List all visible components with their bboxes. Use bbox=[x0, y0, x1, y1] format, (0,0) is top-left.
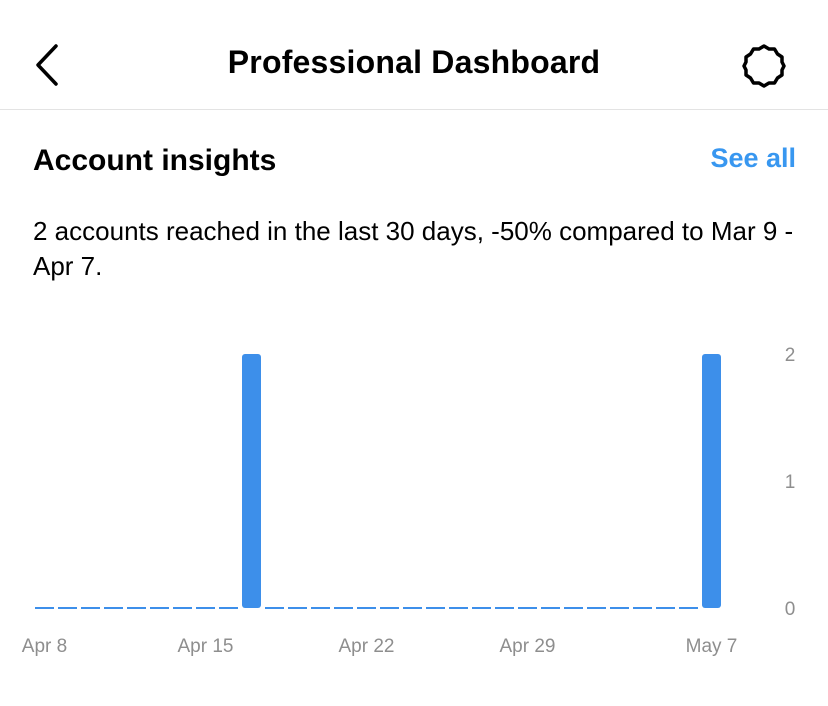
reach-summary-text: 2 accounts reached in the last 30 days, … bbox=[33, 216, 794, 281]
section-title: Account insights bbox=[33, 144, 277, 177]
y-tick-label: 2 bbox=[785, 345, 796, 366]
x-tick-label: Apr 22 bbox=[339, 636, 395, 657]
top-navigation-bar: Professional Dashboard bbox=[0, 0, 828, 110]
chart-bar bbox=[242, 354, 261, 608]
gear-icon bbox=[742, 44, 786, 88]
y-tick-label: 0 bbox=[785, 599, 796, 620]
page-title: Professional Dashboard bbox=[227, 44, 601, 80]
x-tick-label: Apr 8 bbox=[22, 636, 67, 657]
reach-bar-chart: 0 1 2 Apr 8 Apr 15 Apr 22 Apr 29 May 7 bbox=[22, 345, 796, 657]
chart-bar bbox=[702, 354, 721, 608]
y-tick-label: 1 bbox=[785, 472, 796, 493]
settings-button[interactable] bbox=[738, 40, 790, 92]
x-tick-label: Apr 29 bbox=[500, 636, 556, 657]
x-tick-label: Apr 15 bbox=[178, 636, 234, 657]
see-all-link[interactable]: See all bbox=[710, 143, 796, 174]
x-tick-label: May 7 bbox=[686, 636, 738, 657]
